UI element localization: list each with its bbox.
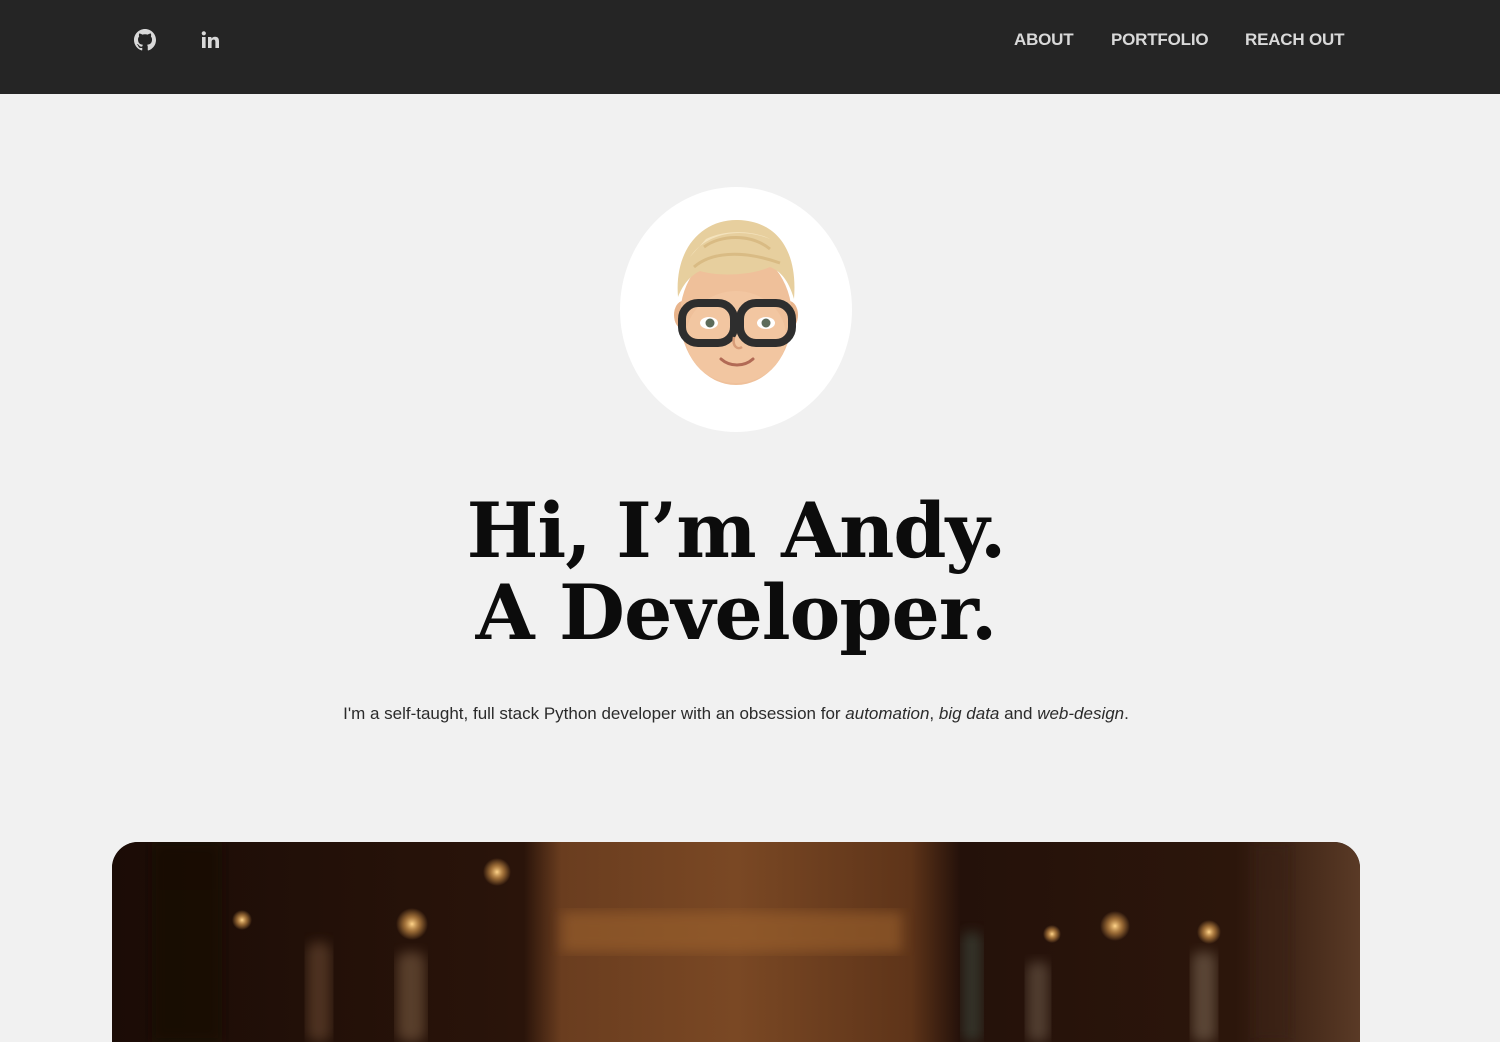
- intro-keyword-web-design: web-design: [1037, 704, 1125, 723]
- main-nav: ABOUT PORTFOLIO REACH OUT: [0, 29, 1500, 51]
- hero-title-line-1: Hi, I’m Andy.: [466, 486, 1007, 575]
- nav-link-portfolio[interactable]: PORTFOLIO: [1111, 29, 1209, 51]
- intro-separator: ,: [929, 704, 939, 723]
- blurred-bar-photo: [112, 842, 1360, 1042]
- intro-keyword-automation: automation: [845, 704, 930, 723]
- avatar: [620, 187, 852, 432]
- intro-prefix: I'm a self-taught, full stack Python dev…: [343, 704, 846, 723]
- intro-suffix: .: [1124, 704, 1129, 723]
- memoji-avatar-image: [674, 219, 798, 385]
- intro-keyword-big-data: big data: [938, 704, 1000, 723]
- intro-separator: and: [999, 704, 1038, 723]
- hero-title: Hi, I’m Andy. A Developer.: [0, 490, 1472, 654]
- hero-photo: [112, 842, 1360, 1042]
- nav-link-reach-out[interactable]: REACH OUT: [1245, 29, 1344, 51]
- hero-title-line-2: A Developer.: [475, 568, 998, 657]
- intro-text: I'm a self-taught, full stack Python dev…: [0, 703, 1472, 725]
- nav-link-about[interactable]: ABOUT: [1014, 29, 1074, 51]
- top-navbar: ABOUT PORTFOLIO REACH OUT: [0, 0, 1500, 94]
